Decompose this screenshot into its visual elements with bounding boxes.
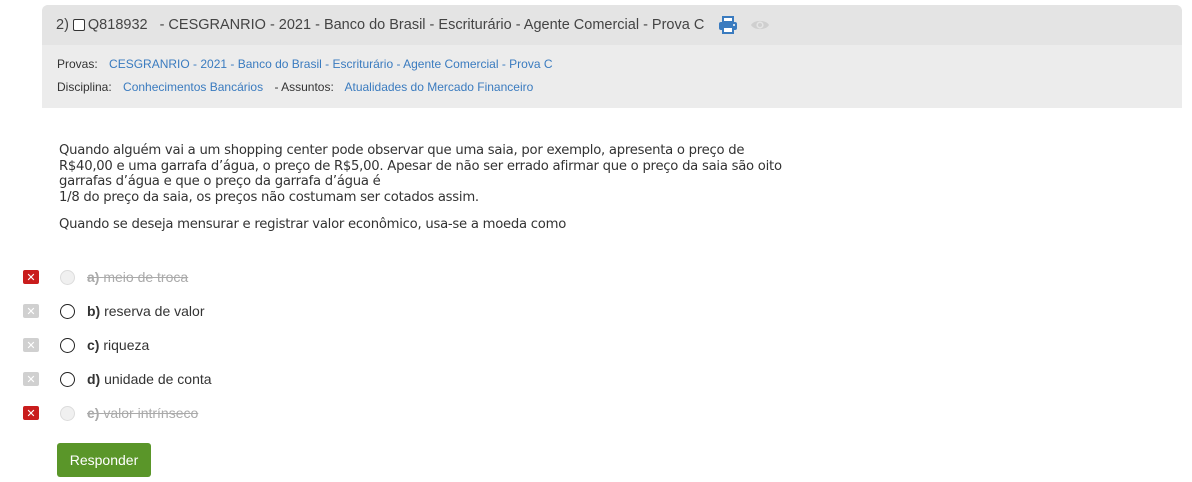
eliminate-d-button[interactable]: ✕	[23, 372, 39, 386]
disciplina-link[interactable]: Conhecimentos Bancários	[123, 80, 263, 94]
assuntos-label: - Assuntos:	[274, 80, 334, 94]
alternative-b-text[interactable]: b) reserva de valor	[87, 303, 205, 319]
alternative-a: ✕ a) meio de troca	[23, 267, 188, 287]
question-number: 2)	[56, 17, 69, 33]
statement-line: Quando alguém vai a um shopping center p…	[59, 143, 745, 158]
alternative-d-text[interactable]: d) unidade de conta	[87, 371, 212, 387]
disciplina-label: Disciplina:	[57, 80, 112, 94]
radio-c[interactable]	[60, 337, 75, 353]
assuntos-link[interactable]: Atualidades do Mercado Financeiro	[345, 80, 534, 94]
question-select-checkbox[interactable]	[72, 19, 85, 31]
alternative-a-text[interactable]: a) meio de troca	[87, 269, 188, 285]
provas-link[interactable]: CESGRANRIO - 2021 - Banco do Brasil - Es…	[109, 57, 552, 71]
statement-line: R$40,00 e uma garrafa d’água, o preço de…	[59, 158, 782, 174]
provas-row: Provas: CESGRANRIO - 2021 - Banco do Bra…	[57, 57, 553, 71]
alternative-e-text[interactable]: e) valor intrínseco	[87, 405, 198, 421]
alternative-d: ✕ d) unidade de conta	[23, 369, 212, 389]
eliminate-a-button[interactable]: ✕	[23, 270, 39, 284]
eliminate-e-button[interactable]: ✕	[23, 406, 39, 420]
alternative-c: ✕ c) riqueza	[23, 335, 149, 355]
alternative-e: ✕ e) valor intrínseco	[23, 403, 198, 423]
eliminate-b-button[interactable]: ✕	[23, 304, 39, 318]
alternative-c-text[interactable]: c) riqueza	[87, 337, 149, 353]
eliminate-c-button[interactable]: ✕	[23, 338, 39, 352]
statement-line: garrafas d’água e que o preço da garrafa…	[59, 174, 381, 190]
question-title: - CESGRANRIO - 2021 - Banco do Brasil - …	[159, 17, 705, 33]
radio-e[interactable]	[60, 405, 75, 421]
question-id[interactable]: Q818932	[88, 17, 148, 33]
question-command: Quando se deseja mensurar e registrar va…	[59, 217, 567, 232]
question-header: 2) Q818932 - CESGRANRIO - 2021 - Banco d…	[42, 5, 1182, 108]
radio-a[interactable]	[60, 269, 75, 285]
radio-d[interactable]	[60, 371, 75, 387]
disciplina-row: Disciplina: Conhecimentos Bancários - As…	[57, 80, 533, 94]
responder-button[interactable]: Responder	[57, 443, 151, 477]
provas-label: Provas:	[57, 57, 98, 71]
eye-icon[interactable]	[750, 18, 770, 32]
radio-b[interactable]	[60, 303, 75, 319]
print-icon[interactable]	[718, 16, 738, 34]
question-statement: Quando alguém vai a um shopping center p…	[59, 143, 799, 205]
statement-line: 1/8 do preço da saia, os preços não cost…	[59, 189, 479, 205]
question-title-bar: 2) Q818932 - CESGRANRIO - 2021 - Banco d…	[42, 5, 1182, 45]
alternative-b: ✕ b) reserva de valor	[23, 301, 205, 321]
